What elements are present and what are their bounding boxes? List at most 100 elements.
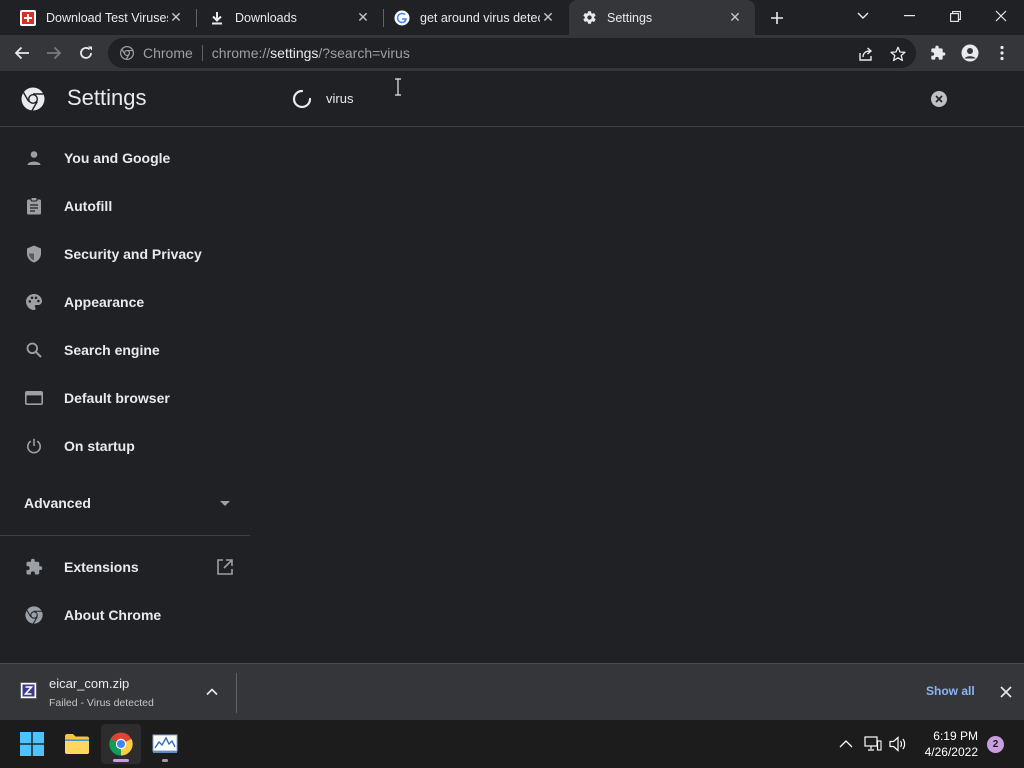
restore-button[interactable]: [932, 0, 978, 32]
open-app-indicator: [162, 759, 168, 762]
sidebar-item-autofill[interactable]: Autofill: [0, 182, 250, 230]
chrome-color-icon: [109, 732, 133, 756]
shield-icon: [24, 244, 44, 264]
close-icon[interactable]: ✕: [355, 9, 371, 26]
text-cursor-icon: [395, 78, 401, 96]
monitor-app-button[interactable]: [145, 724, 185, 764]
close-icon[interactable]: ✕: [727, 9, 743, 26]
back-button[interactable]: [8, 39, 36, 67]
volume-icon[interactable]: [888, 734, 908, 754]
sidebar-item-search-engine[interactable]: Search engine: [0, 326, 250, 374]
file-explorer-button[interactable]: [57, 724, 97, 764]
show-hidden-icons-button[interactable]: [836, 734, 856, 754]
address-separator: [201, 45, 203, 61]
page-title: Settings: [67, 85, 147, 110]
tab-google-search[interactable]: get around virus detec ✕: [384, 0, 568, 35]
chrome-logo-icon: [119, 45, 135, 61]
sidebar-item-label: Extensions: [64, 559, 139, 575]
settings-header: Settings virus: [0, 71, 1024, 127]
zip-file-icon: [20, 682, 37, 699]
close-icon[interactable]: ✕: [540, 9, 556, 26]
puzzle-icon: [931, 45, 946, 60]
close-window-button[interactable]: [978, 0, 1024, 32]
windows-taskbar: 6:19 PM 4/26/2022 2: [0, 720, 1024, 768]
url-host: settings: [270, 45, 319, 61]
clear-search-icon[interactable]: [931, 91, 947, 107]
extensions-button[interactable]: [924, 39, 952, 67]
advanced-label: Advanced: [24, 495, 91, 511]
url-path: /?search=virus: [318, 45, 410, 61]
tab-title: Downloads: [235, 10, 297, 25]
sidebar-item-on-startup[interactable]: On startup: [0, 422, 250, 470]
star-icon[interactable]: [889, 45, 907, 63]
chrome-menu-button[interactable]: [988, 39, 1016, 67]
chrome-taskbar-button[interactable]: [101, 724, 141, 764]
sidebar-item-label: Default browser: [64, 390, 170, 406]
sidebar-item-extensions[interactable]: Extensions: [0, 543, 250, 591]
reload-icon: [80, 46, 92, 59]
close-icon[interactable]: ✕: [168, 9, 184, 26]
chevron-down-icon: [857, 12, 869, 19]
windows-logo-icon: [20, 732, 44, 756]
sidebar-item-appearance[interactable]: Appearance: [0, 278, 250, 326]
sidebar-item-security-and-privacy[interactable]: Security and Privacy: [0, 230, 250, 278]
address-bar[interactable]: Chrome chrome://settings/?search=virus: [108, 38, 916, 68]
site-chip: Chrome: [143, 45, 193, 61]
palette-icon: [24, 292, 44, 312]
active-app-indicator: [113, 759, 129, 762]
sidebar-item-label: Security and Privacy: [64, 246, 202, 262]
plus-icon: [771, 12, 783, 24]
download-item[interactable]: eicar_com.zip Failed - Virus detected: [0, 664, 237, 720]
close-icon[interactable]: [998, 684, 1014, 700]
download-shelf: eicar_com.zip Failed - Virus detected Sh…: [0, 663, 1024, 720]
chrome-logo-icon: [21, 87, 45, 111]
tab-strip: Download Test Viruses ✕ Downloads ✕ get …: [0, 0, 1024, 35]
show-all-downloads-link[interactable]: Show all: [926, 684, 975, 698]
tab-downloads[interactable]: Downloads ✕: [197, 0, 383, 35]
tab-download-test-viruses[interactable]: Download Test Viruses ✕: [0, 0, 196, 35]
download-status: Failed - Virus detected: [49, 697, 154, 709]
forward-button[interactable]: [40, 39, 68, 67]
google-icon: [394, 10, 410, 26]
sidebar-item-label: Autofill: [64, 198, 113, 214]
arrow-left-icon: [14, 46, 29, 60]
close-icon: [995, 10, 1007, 22]
sidebar-item-label: Search engine: [64, 342, 160, 358]
settings-search-input[interactable]: virus: [282, 81, 958, 117]
profile-button[interactable]: [956, 39, 984, 67]
more-vertical-icon: [1000, 45, 1004, 61]
avatar-icon: [961, 44, 979, 62]
sidebar-divider: [0, 535, 250, 536]
reload-button[interactable]: [72, 39, 100, 67]
new-tab-button[interactable]: [764, 5, 790, 31]
minimize-button[interactable]: [886, 0, 932, 32]
gear-icon: [581, 10, 597, 26]
eicar-favicon: [20, 9, 36, 26]
share-icon[interactable]: [857, 45, 875, 63]
search-icon: [24, 340, 44, 360]
chevron-up-icon: [839, 740, 853, 748]
sidebar-item-label: About Chrome: [64, 607, 162, 623]
sidebar-item-default-browser[interactable]: Default browser: [0, 374, 250, 422]
clock-time: 6:19 PM: [933, 729, 978, 743]
tab-title: Download Test Viruses: [46, 10, 168, 25]
loading-spinner-icon: [292, 89, 312, 109]
tab-title: Settings: [607, 10, 653, 25]
tab-search-button[interactable]: [840, 0, 886, 32]
restore-icon: [949, 10, 961, 22]
tab-title: get around virus detec: [420, 10, 540, 25]
start-button[interactable]: [12, 724, 52, 764]
notification-badge[interactable]: 2: [987, 736, 1004, 753]
open-in-new-icon: [217, 559, 233, 575]
settings-sidebar: You and Google Autofill Security and Pri…: [0, 127, 250, 663]
person-icon: [24, 148, 44, 168]
arrow-right-icon: [47, 46, 62, 60]
caret-down-icon: [220, 501, 230, 506]
sidebar-item-about-chrome[interactable]: About Chrome: [0, 591, 250, 639]
chevron-up-icon[interactable]: [205, 685, 219, 699]
sidebar-item-advanced[interactable]: Advanced: [24, 493, 234, 513]
sidebar-item-you-and-google[interactable]: You and Google: [0, 134, 250, 182]
system-clock[interactable]: 6:19 PM 4/26/2022: [916, 728, 978, 760]
network-icon[interactable]: [863, 734, 883, 754]
tab-settings[interactable]: Settings ✕: [569, 0, 755, 35]
